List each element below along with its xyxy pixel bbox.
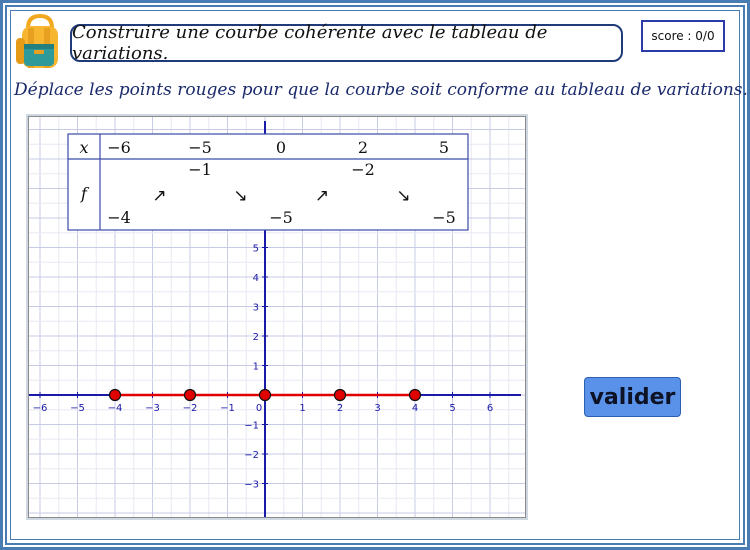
table-variation-arrow: ↗ [152, 186, 166, 206]
x-tick-label: 6 [487, 403, 493, 414]
y-tick-label: −3 [244, 480, 259, 491]
x-tick-label: 1 [299, 403, 305, 414]
school-backpack-icon [16, 14, 58, 68]
x-tick-label: 4 [412, 403, 418, 414]
x-tick-label: −2 [183, 403, 198, 414]
x-tick-label: 5 [449, 403, 455, 414]
table-f-value: −5 [432, 208, 456, 227]
score-display: score : 0/0 [641, 20, 725, 52]
y-tick-label: 4 [253, 273, 259, 284]
x-tick-label: −1 [220, 403, 235, 414]
x-tick-label: −6 [33, 403, 48, 414]
table-x-value: 2 [358, 138, 368, 157]
y-tick-label: 2 [253, 332, 259, 343]
draggable-point[interactable] [108, 388, 122, 402]
x-tick-label: 0 [256, 403, 262, 414]
x-tick-label: −5 [70, 403, 85, 414]
valider-button[interactable]: valider [584, 377, 681, 417]
x-tick-label: 3 [374, 403, 380, 414]
y-tick-label: −1 [244, 421, 259, 432]
page-title: Construire une courbe cohérente avec le … [70, 22, 623, 64]
x-tick-label: 2 [337, 403, 343, 414]
table-f-value: −5 [269, 208, 293, 227]
graph-panel: −6 −5 −4 −3 −2 −1 0 1 2 3 4 5 6 5 4 3 2 1 −1 −2 −3 x f −6 −5… [28, 116, 526, 518]
table-x-value: −5 [188, 138, 212, 157]
draggable-point[interactable] [258, 388, 272, 402]
y-tick-label: −2 [244, 450, 259, 461]
y-tick-label: 5 [253, 244, 259, 255]
table-f-value: −4 [107, 208, 131, 227]
y-tick-label: 1 [253, 362, 259, 373]
table-x-value: −6 [107, 138, 131, 157]
table-x-value: 5 [439, 138, 449, 157]
x-tick-label: −3 [145, 403, 160, 414]
variation-table: x f −6 −5 0 2 5 −4−1−5−2−5 ↗ ↘ ↗ ↘ [67, 133, 469, 231]
draggable-point[interactable] [333, 388, 347, 402]
x-tick-label: −4 [108, 403, 123, 414]
table-variation-arrow: ↘ [396, 186, 410, 206]
graph-canvas[interactable]: −6 −5 −4 −3 −2 −1 0 1 2 3 4 5 6 54321−1−2−3 x f −6 −5… [29, 117, 525, 517]
y-tick-label: 3 [253, 303, 259, 314]
table-f-value: −2 [351, 160, 375, 179]
draggable-point[interactable] [408, 388, 422, 402]
draggable-point[interactable] [183, 388, 197, 402]
table-x-label: x [79, 138, 88, 157]
table-variation-arrow: ↗ [315, 186, 329, 206]
table-f-value: −1 [188, 160, 212, 179]
table-x-value: 0 [276, 138, 286, 157]
table-variation-arrow: ↘ [233, 186, 247, 206]
instruction-text: Déplace les points rouges pour que la co… [14, 80, 748, 100]
